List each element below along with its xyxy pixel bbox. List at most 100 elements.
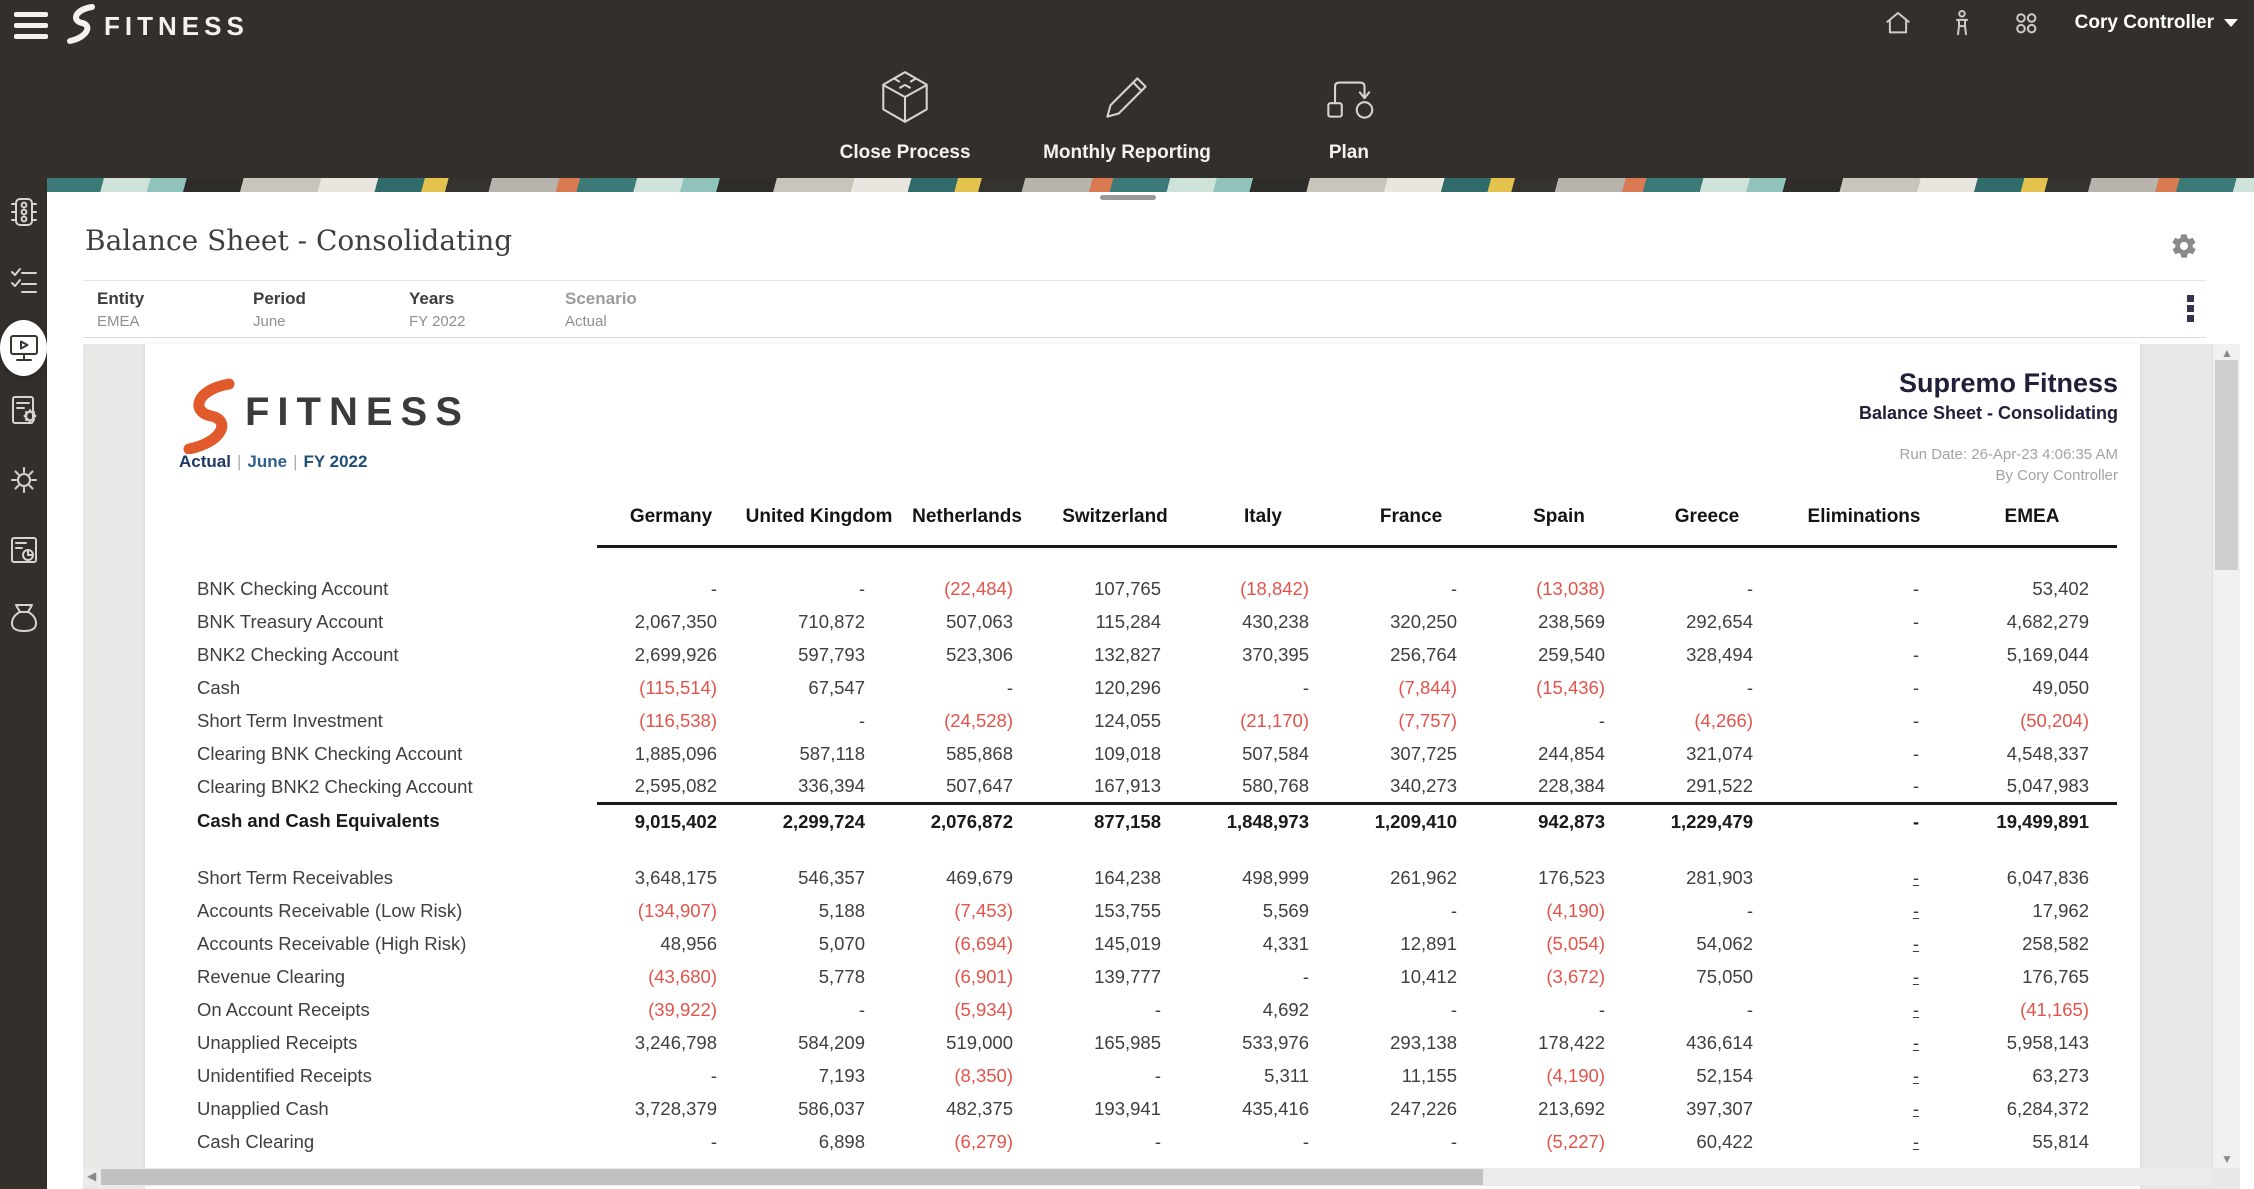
sidebar-item-dashboards[interactable] [0, 316, 47, 380]
cell-value: (5,934) [893, 993, 1041, 1026]
cell-value: 469,679 [893, 861, 1041, 894]
scroll-left-icon[interactable]: ◀ [87, 1169, 96, 1183]
pov-period[interactable]: Period June [239, 289, 395, 330]
report-table-body: BNK Checking Account--(22,484)107,765(18… [197, 546, 2117, 1158]
home-icon[interactable] [1883, 8, 1913, 38]
col-header: EMEA [1947, 490, 2117, 546]
decorative-banner [47, 178, 2254, 192]
nav-card-monthly-reporting[interactable]: Monthly Reporting [1043, 62, 1211, 164]
cell-value: 320,250 [1337, 605, 1485, 638]
user-menu[interactable]: Cory Controller [2075, 12, 2238, 34]
user-icon[interactable] [1947, 8, 1977, 38]
report-title: Balance Sheet - Consolidating [1859, 403, 2118, 424]
table-row: Unapplied Cash3,728,379586,037482,375193… [197, 1092, 2117, 1125]
sidebar-item-task-list[interactable] [0, 260, 47, 300]
table-row: Cash and Cash Equivalents9,015,4022,299,… [197, 803, 2117, 839]
cell-value: 507,584 [1189, 737, 1337, 770]
pov-years[interactable]: Years FY 2022 [395, 289, 551, 330]
cell-value: 533,976 [1189, 1026, 1337, 1059]
row-label: Revenue Clearing [197, 960, 597, 993]
cell-value[interactable]: - [1781, 894, 1947, 927]
cell-value: - [1041, 1125, 1189, 1158]
sidebar-item-money-bag[interactable] [0, 598, 47, 638]
sidebar-item-reports[interactable] [0, 530, 47, 570]
cell-value: 1,229,479 [1633, 803, 1781, 839]
cell-value: 435,416 [1189, 1092, 1337, 1125]
row-label: Short Term Receivables [197, 861, 597, 894]
cell-value: 507,063 [893, 605, 1041, 638]
brand-swoosh-icon [62, 4, 98, 49]
cell-value: (18,842) [1189, 572, 1337, 605]
cell-value[interactable]: - [1781, 993, 1947, 1026]
cell-value[interactable]: - [1781, 1026, 1947, 1059]
nav-card-label: Plan [1329, 142, 1369, 164]
cell-value: 585,868 [893, 737, 1041, 770]
cell-value: (7,757) [1337, 704, 1485, 737]
cell-value: - [745, 993, 893, 1026]
cell-value: 584,209 [745, 1026, 893, 1059]
cell-value: 336,394 [745, 770, 893, 803]
table-row: Accounts Receivable (Low Risk)(134,907)5… [197, 894, 2117, 927]
report-logo-swoosh-icon [173, 378, 239, 459]
vertical-scrollbar-thumb[interactable] [2215, 360, 2238, 570]
cell-value: 165,985 [1041, 1026, 1189, 1059]
table-row: On Account Receipts(39,922)-(5,934)-4,69… [197, 993, 2117, 1026]
cell-value[interactable]: - [1781, 1059, 1947, 1092]
cell-value: - [1485, 704, 1633, 737]
scroll-down-icon[interactable]: ▼ [2213, 1152, 2241, 1166]
horizontal-scrollbar[interactable]: ◀ [83, 1168, 2212, 1186]
cell-value: - [597, 1059, 745, 1092]
cell-value[interactable]: - [1781, 1092, 1947, 1125]
vertical-scrollbar[interactable]: ▲ ▼ [2212, 344, 2240, 1168]
spacer-row [197, 839, 2117, 861]
cell-value: - [1781, 671, 1947, 704]
hamburger-menu-icon[interactable] [14, 12, 56, 46]
cell-value: 48,956 [597, 927, 745, 960]
col-header: Switzerland [1041, 490, 1189, 546]
sidebar-item-form-settings[interactable] [0, 390, 47, 430]
scroll-up-icon[interactable]: ▲ [2213, 346, 2241, 360]
gear-icon[interactable] [2170, 232, 2200, 262]
cell-value: 153,755 [1041, 894, 1189, 927]
nav-card-close-process[interactable]: Close Process [825, 62, 985, 164]
table-row: Accounts Receivable (High Risk)48,9565,0… [197, 927, 2117, 960]
cell-value: 139,777 [1041, 960, 1189, 993]
cell-value: 213,692 [1485, 1092, 1633, 1125]
panel-drag-handle[interactable] [1100, 195, 1156, 200]
sidebar-item-traffic-light[interactable] [0, 192, 47, 232]
cell-value[interactable]: - [1781, 960, 1947, 993]
cell-value: 228,384 [1485, 770, 1633, 803]
cell-value: 1,848,973 [1189, 803, 1337, 839]
row-label: Unapplied Receipts [197, 1026, 597, 1059]
cell-value[interactable]: - [1781, 861, 1947, 894]
horizontal-scrollbar-thumb[interactable] [101, 1169, 1483, 1185]
cell-value: 52,154 [1633, 1059, 1781, 1092]
cell-value: - [745, 704, 893, 737]
cell-value: (22,484) [893, 572, 1041, 605]
cell-value: 9,015,402 [597, 803, 745, 839]
cell-value: (39,922) [597, 993, 745, 1026]
cell-value[interactable]: - [1781, 927, 1947, 960]
apps-grid-icon[interactable] [2011, 8, 2041, 38]
cell-value: 281,903 [1633, 861, 1781, 894]
cell-value: 291,522 [1633, 770, 1781, 803]
cell-value: 124,055 [1041, 704, 1189, 737]
cell-value: 292,654 [1633, 605, 1781, 638]
pov-entity[interactable]: Entity EMEA [83, 289, 239, 330]
brand-text: FITNESS [104, 11, 249, 42]
cell-value: 321,074 [1633, 737, 1781, 770]
sidebar-item-settings[interactable] [0, 460, 47, 500]
cell-value: 259,540 [1485, 638, 1633, 671]
cell-value: 507,647 [893, 770, 1041, 803]
spacer-row [197, 546, 2117, 572]
cell-value: 4,692 [1189, 993, 1337, 1026]
cell-value: 942,873 [1485, 803, 1633, 839]
row-label: BNK2 Checking Account [197, 638, 597, 671]
kebab-menu-icon[interactable] [2183, 291, 2198, 326]
cell-value: - [1781, 572, 1947, 605]
cell-value: (6,694) [893, 927, 1041, 960]
pov-scenario[interactable]: Scenario Actual [551, 289, 707, 330]
cell-value[interactable]: - [1781, 1125, 1947, 1158]
nav-card-plan[interactable]: Plan [1269, 62, 1429, 164]
cell-value: 5,958,143 [1947, 1026, 2117, 1059]
